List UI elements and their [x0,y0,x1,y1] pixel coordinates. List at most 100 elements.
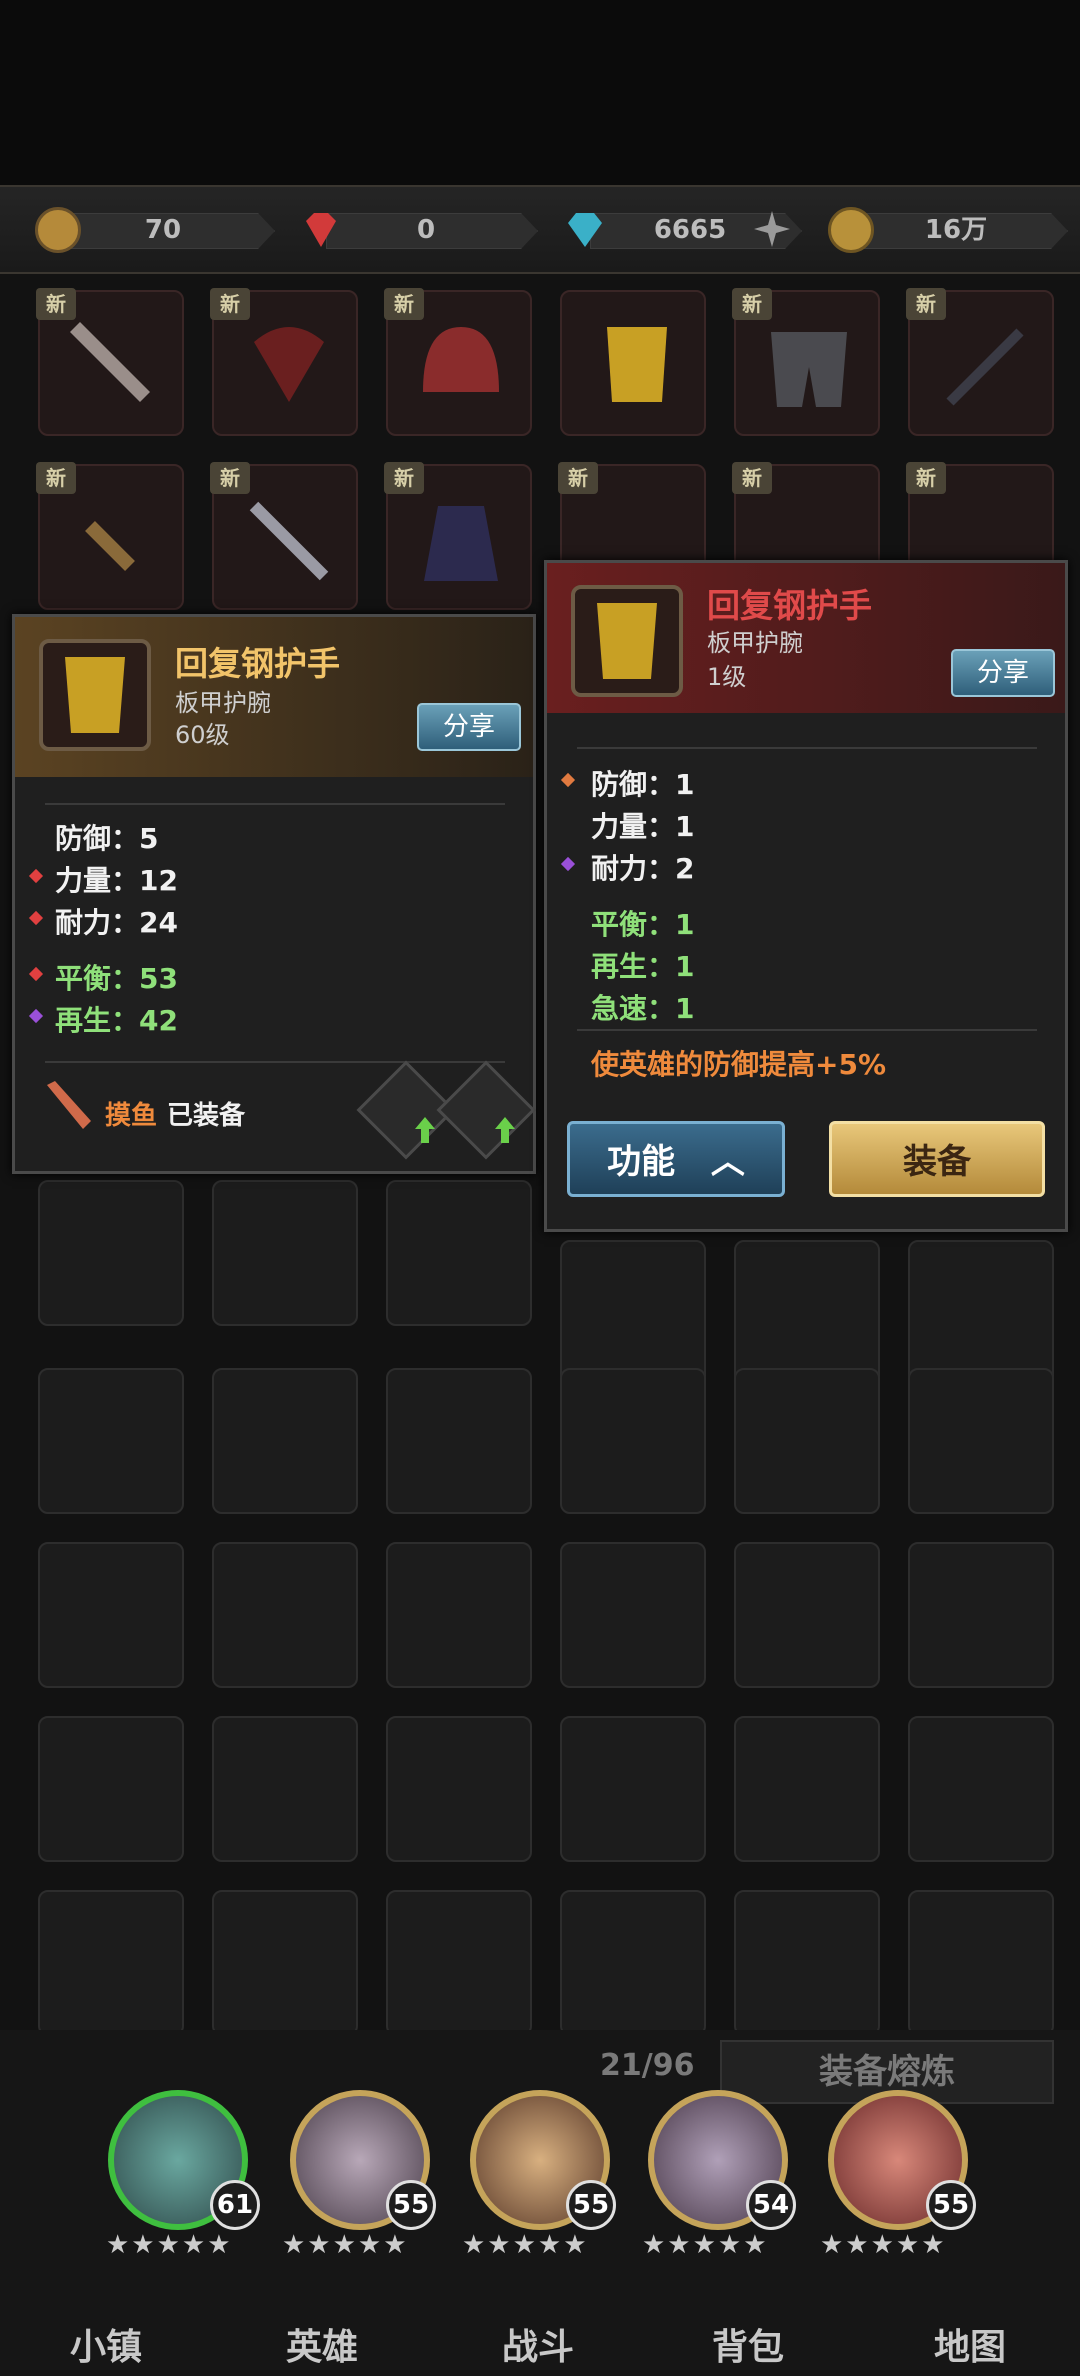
inventory-slot[interactable] [908,1368,1054,1514]
inventory-slot[interactable] [38,1180,184,1326]
inventory-slot[interactable]: 新 [210,288,358,436]
crossbow-icon [254,327,324,402]
stat-dot [560,856,576,872]
item-effect: 使英雄的防御提高+5% [591,1048,886,1081]
new-item-panel: 回复钢护手 板甲护腕 1级 分享 防御：1 力量：1 耐力：2 平衡：1 再生：… [544,560,1068,1232]
inventory-slot[interactable] [212,1542,358,1688]
stat-dot [28,1008,44,1024]
gold-value: 16万 [924,215,988,245]
inventory-slot[interactable] [908,1716,1054,1862]
nav-map[interactable]: 地图 [934,2318,1006,2370]
inventory-slot[interactable]: 新 [36,462,184,610]
hero-level: 54 [746,2180,796,2230]
equipped-by-name: 摸鱼 [105,1101,158,1131]
stamina-value: 70 [144,215,182,245]
stat-regen: 再生：1 [591,950,695,983]
robe-icon [424,506,498,581]
item-level: 1级 [707,663,747,691]
share-button[interactable]: 分享 [951,649,1055,697]
inventory-slot[interactable] [560,1368,706,1514]
stat-dot [560,772,576,788]
chevron-up-icon: ︿ [710,1142,745,1182]
hero-stars: ★★★★★ [282,2230,409,2260]
item-icon-box [39,639,151,751]
inventory-slot[interactable] [386,1180,532,1326]
inventory-slot[interactable] [386,1542,532,1688]
item-icon-box [571,585,683,697]
share-button[interactable]: 分享 [417,703,521,751]
hero-level: 61 [210,2180,260,2230]
diamond-icon [562,207,608,253]
blade-icon [249,501,329,581]
pants-icon [771,332,847,407]
inventory-slot[interactable]: 新 [732,288,880,436]
inventory-slot[interactable] [386,1716,532,1862]
top-blank-area [0,0,1080,185]
nav-backpack[interactable]: 背包 [712,2318,784,2370]
function-button[interactable]: 功能 ︿ [567,1121,785,1197]
item-type: 板甲护腕 [707,629,803,657]
stat-haste: 急速：1 [591,992,695,1025]
inventory-slot[interactable] [908,1890,1054,2036]
equip-button[interactable]: 装备 [829,1121,1045,1197]
inventory-slot[interactable] [386,1368,532,1514]
inventory-slot[interactable]: 新 [384,288,532,436]
inventory-slot[interactable] [560,1716,706,1862]
add-diamond-icon[interactable] [752,209,792,249]
equipped-item-panel: 回复钢护手 板甲护腕 60级 分享 防御：5 力量：12 耐力：24 平衡：53… [12,614,536,1174]
sword-icon [47,1081,91,1129]
inventory-slot[interactable] [38,1368,184,1514]
inventory-slot[interactable] [386,1890,532,2036]
inventory-slot[interactable]: 新 [36,288,184,436]
stamina-icon [35,207,81,253]
inventory-count: 21/96 [600,2048,695,2083]
nav-heroes[interactable]: 英雄 [286,2318,358,2370]
hero-stars: ★★★★★ [820,2230,947,2260]
inventory-slot[interactable] [212,1180,358,1326]
nav-battle[interactable]: 战斗 [502,2318,574,2370]
stat-dot [28,910,44,926]
gauntlet-icon [65,657,125,733]
inventory-slot[interactable]: 新 [210,462,358,610]
inventory-slot[interactable] [560,1240,706,1386]
stat-stamina: 耐力：2 [591,852,695,885]
inventory-slot[interactable] [734,1240,880,1386]
inventory-slot[interactable] [734,1542,880,1688]
ruby-icon [298,207,344,253]
inventory-slot[interactable] [560,1890,706,2036]
hero-level: 55 [926,2180,976,2230]
inventory-slot[interactable] [212,1890,358,2036]
hero-level: 55 [386,2180,436,2230]
hero-level: 55 [566,2180,616,2230]
stat-defense: 防御：1 [591,768,695,801]
sword-icon [70,322,150,402]
gauntlet-icon [607,327,667,402]
inventory-slot[interactable]: 新 [384,462,532,610]
inventory-slot[interactable] [560,290,706,436]
inventory-slot[interactable] [212,1368,358,1514]
new-badge: 新 [732,462,772,494]
inventory-slot[interactable] [908,1542,1054,1688]
inventory-slot[interactable] [734,1716,880,1862]
function-label: 功能 [607,1142,676,1182]
nav-town[interactable]: 小镇 [70,2318,142,2370]
new-badge: 新 [906,462,946,494]
inventory-slot[interactable] [38,1716,184,1862]
stat-balance: 平衡：1 [591,908,695,941]
inventory-slot[interactable] [560,1542,706,1688]
inventory-slot[interactable]: 新 [906,288,1054,436]
compare-armor-icon[interactable] [436,1060,536,1160]
inventory-slot[interactable] [734,1890,880,2036]
inventory-slot[interactable] [734,1368,880,1514]
stat-dot [28,868,44,884]
inventory-slot[interactable] [38,1890,184,2036]
inventory-slot[interactable] [212,1716,358,1862]
upgrade-arrow-icon [495,1117,515,1143]
divider [577,747,1037,749]
equipped-status: 已装备 [167,1101,246,1131]
stat-strength: 力量：1 [591,810,695,843]
inventory-slot[interactable] [38,1542,184,1688]
item-title: 回复钢护手 [707,586,872,625]
hero-stars: ★★★★★ [106,2230,233,2260]
inventory-slot[interactable] [908,1240,1054,1386]
